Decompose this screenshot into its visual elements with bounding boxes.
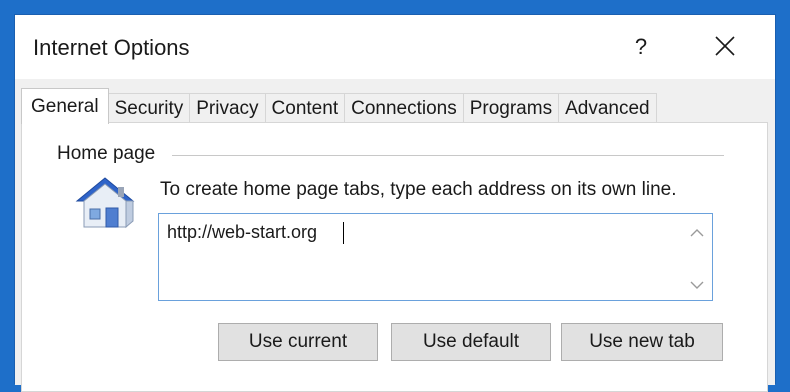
home-page-instruction: To create home page tabs, type each addr… — [160, 179, 677, 200]
dialog-body: General Security Privacy Content Connect… — [15, 79, 775, 392]
text-caret — [343, 222, 344, 244]
chevron-down-icon — [690, 281, 704, 289]
close-icon — [715, 36, 735, 56]
tab-content[interactable]: Content — [264, 93, 346, 123]
internet-options-window: Internet Options ? General Security Priv… — [14, 14, 776, 392]
chevron-up-icon — [690, 229, 704, 237]
house-icon — [75, 177, 135, 229]
home-page-textarea[interactable]: http://web-start.org — [158, 213, 713, 301]
group-divider — [172, 155, 724, 156]
use-current-button[interactable]: Use current — [218, 323, 378, 361]
title-bar: Internet Options ? — [15, 15, 775, 79]
tab-strip: General Security Privacy Content Connect… — [21, 88, 657, 124]
home-page-url-value: http://web-start.org — [167, 222, 318, 242]
tab-security[interactable]: Security — [107, 93, 191, 123]
tab-programs[interactable]: Programs — [462, 93, 560, 123]
tab-connections[interactable]: Connections — [344, 93, 464, 123]
tab-privacy[interactable]: Privacy — [189, 93, 266, 123]
window-title: Internet Options — [33, 35, 190, 60]
close-button[interactable] — [695, 27, 755, 65]
help-button[interactable]: ? — [611, 29, 671, 65]
tab-general[interactable]: General — [21, 88, 109, 124]
scroll-up-button[interactable] — [688, 226, 706, 240]
general-tab-panel: Home page To create home page tabs, type… — [21, 122, 768, 392]
use-default-button[interactable]: Use default — [391, 323, 551, 361]
tab-advanced[interactable]: Advanced — [558, 93, 657, 123]
scroll-down-button[interactable] — [688, 278, 706, 292]
home-page-group-label: Home page — [57, 143, 162, 165]
use-new-tab-button[interactable]: Use new tab — [561, 323, 723, 361]
